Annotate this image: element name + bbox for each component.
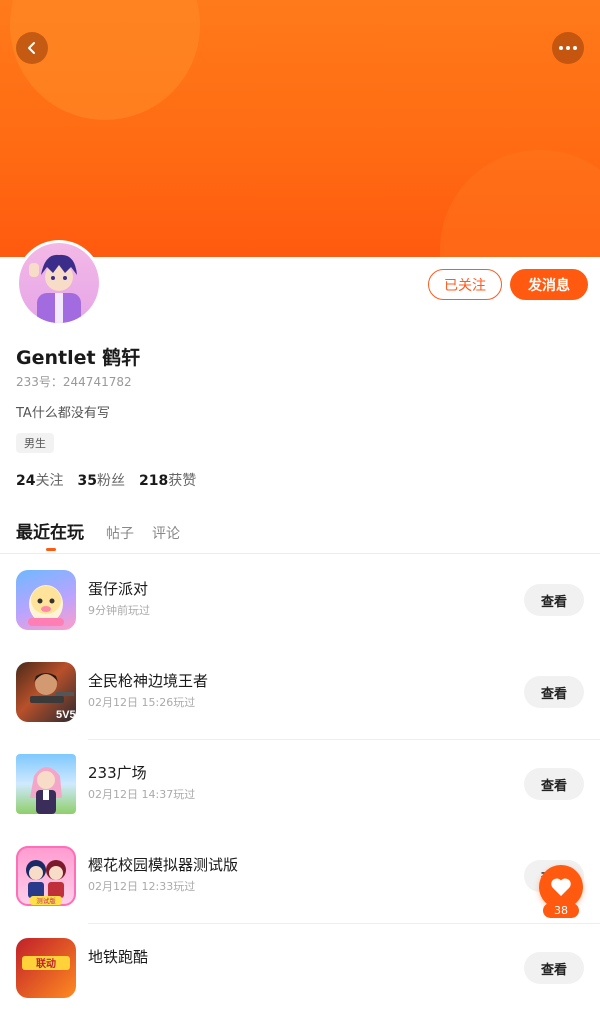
view-button[interactable]: 查看	[524, 768, 584, 800]
avatar-image	[19, 243, 99, 323]
followed-button[interactable]: 已关注	[428, 269, 502, 300]
game-title: 地铁跑酷	[88, 948, 149, 966]
game-icon-label: 5V5	[56, 709, 76, 721]
game-last-played: 9分钟前玩过	[88, 604, 150, 617]
view-button[interactable]: 查看	[524, 952, 584, 984]
list-item[interactable]: 联动 地铁跑酷 查看	[0, 924, 600, 1016]
like-count-badge: 38	[543, 903, 579, 918]
tab-recent-played[interactable]: 最近在玩	[16, 518, 84, 551]
game-icon-subway-surfers: 联动	[16, 938, 76, 998]
game-icon-label: 测试版	[36, 896, 56, 905]
game-icon-eggy-party	[16, 570, 76, 630]
likes-stat: 218获赞	[139, 470, 196, 490]
likes-count: 218	[138, 473, 169, 489]
more-button[interactable]	[552, 32, 584, 64]
profile-bio: TA什么都没有写	[16, 406, 110, 421]
profile-stats: 24关注 35粉丝 218获赞	[16, 470, 196, 490]
heart-icon	[551, 878, 571, 896]
game-icon-shooter: 5V5	[16, 662, 76, 722]
following-label: 关注	[35, 473, 64, 489]
avatar[interactable]	[16, 240, 102, 326]
following-stat[interactable]: 24关注	[16, 470, 63, 490]
fans-count: 35	[77, 473, 97, 489]
view-button[interactable]: 查看	[524, 676, 584, 708]
list-item[interactable]: 233广场 02月12日 14:37玩过 查看	[0, 740, 600, 832]
fans-label: 粉丝	[96, 473, 125, 489]
banner-decoration	[440, 150, 600, 257]
list-item[interactable]: 5V5 全民枪神边境王者 02月12日 15:26玩过 查看	[0, 648, 600, 740]
game-last-played: 02月12日 12:33玩过	[88, 880, 196, 893]
profile-banner	[0, 0, 600, 257]
game-title: 233广场	[88, 764, 147, 782]
tab-posts[interactable]: 帖子	[106, 523, 134, 543]
tab-comments[interactable]: 评论	[152, 523, 180, 543]
game-last-played: 02月12日 14:37玩过	[88, 788, 196, 801]
gender-tag: 男生	[16, 433, 54, 453]
game-icon-label: 联动	[36, 957, 56, 970]
profile-uid: 233号：244741782	[16, 375, 132, 389]
game-last-played: 02月12日 15:26玩过	[88, 696, 196, 709]
following-count: 24	[16, 473, 36, 489]
likes-label: 获赞	[168, 473, 197, 489]
game-title: 全民枪神边境王者	[88, 672, 209, 690]
back-arrow-icon	[28, 42, 35, 54]
tabs-divider	[0, 553, 600, 554]
profile-name: Gentlet 鹤轩	[16, 347, 141, 369]
list-item[interactable]: 测试版 樱花校园模拟器测试版 02月12日 12:33玩过 查看	[0, 832, 600, 924]
fans-stat[interactable]: 35粉丝	[77, 470, 124, 490]
more-dots-icon	[559, 46, 577, 50]
game-title: 樱花校园模拟器测试版	[88, 856, 239, 874]
view-button[interactable]: 查看	[524, 584, 584, 616]
list-item[interactable]: 蛋仔派对 9分钟前玩过 查看	[0, 556, 600, 648]
game-title: 蛋仔派对	[88, 580, 149, 598]
send-message-button[interactable]: 发消息	[510, 269, 588, 300]
game-icon-233-plaza	[16, 754, 76, 814]
game-icon-sakura-school: 测试版	[16, 846, 76, 906]
profile-tabs: 最近在玩 帖子 评论	[16, 518, 198, 551]
back-button[interactable]	[16, 32, 48, 64]
